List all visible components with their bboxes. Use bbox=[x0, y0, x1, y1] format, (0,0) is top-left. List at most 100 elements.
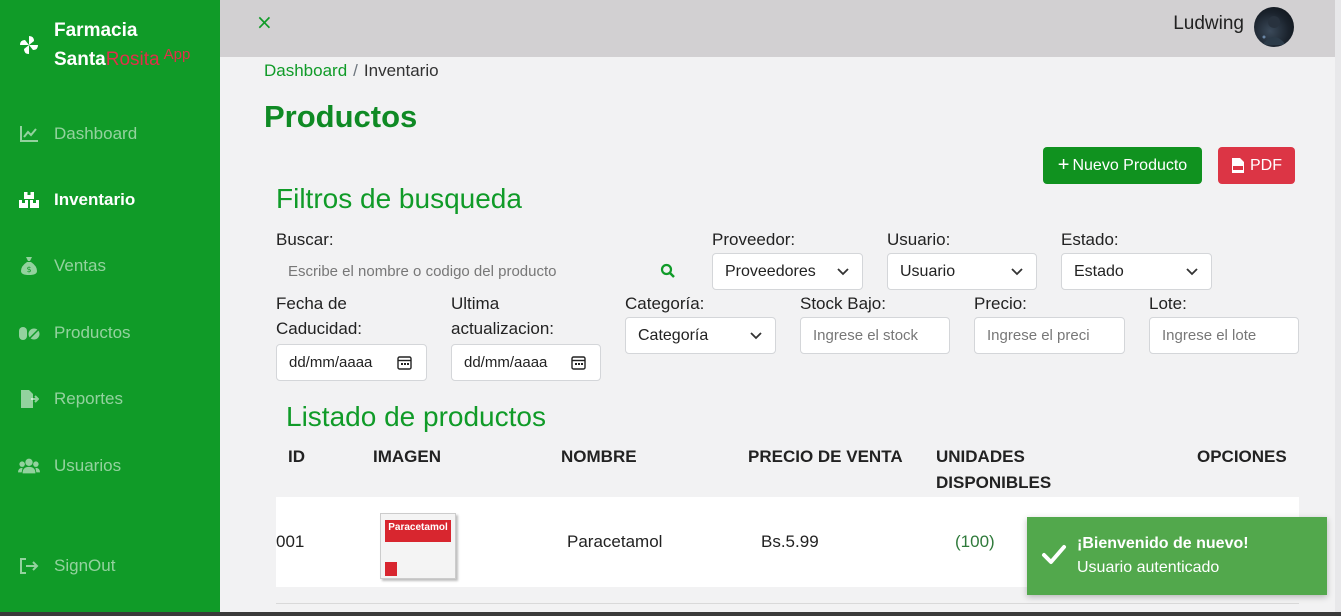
user-select[interactable]: Usuario bbox=[887, 253, 1037, 290]
search-icon[interactable] bbox=[660, 263, 676, 283]
product-image-label: Paracetamol bbox=[388, 522, 448, 533]
sidebar-item-reportes[interactable]: Reportes bbox=[18, 389, 123, 409]
price-placeholder: Ingrese el preci bbox=[987, 327, 1090, 344]
provider-label: Proveedor: bbox=[712, 230, 796, 249]
price-input[interactable]: Ingrese el preci bbox=[974, 317, 1125, 354]
breadcrumb-dashboard-link[interactable]: Dashboard bbox=[264, 61, 347, 80]
search-label: Buscar: bbox=[276, 230, 334, 249]
toast-message: Usuario autenticado bbox=[1077, 559, 1220, 576]
file-export-icon bbox=[18, 389, 40, 409]
new-product-label: Nuevo Producto bbox=[1072, 156, 1188, 174]
filters-title: Filtros de busqueda bbox=[276, 183, 522, 214]
updated-label-line1: Ultima bbox=[451, 294, 500, 313]
search-input[interactable]: Escribe el nombre o codigo del producto bbox=[276, 253, 676, 290]
row-price: Bs.5.99 bbox=[761, 532, 819, 551]
page-title: Productos bbox=[264, 99, 418, 134]
breadcrumb-current: Inventario bbox=[363, 61, 439, 80]
category-label: Categoría: bbox=[625, 294, 705, 313]
brand-name: Farmacia SantaRosita App bbox=[54, 16, 190, 75]
expiry-label-line1: Fecha de bbox=[276, 294, 347, 313]
updated-date-input[interactable]: dd/mm/aaaa bbox=[451, 344, 601, 381]
user-value: Usuario bbox=[900, 262, 956, 280]
header-id: ID bbox=[288, 447, 305, 466]
sidebar-item-dashboard[interactable]: Dashboard bbox=[18, 124, 137, 144]
calendar-icon[interactable] bbox=[571, 355, 586, 374]
sidebar-item-productos[interactable]: Productos bbox=[18, 323, 131, 343]
sidebar-item-label: Dashboard bbox=[54, 124, 138, 143]
header-name: NOMBRE bbox=[561, 447, 637, 466]
sidebar-item-ventas[interactable]: $ Ventas bbox=[18, 256, 106, 276]
list-title: Listado de productos bbox=[286, 401, 546, 432]
stock-placeholder: Ingrese el stock bbox=[813, 327, 919, 344]
chevron-down-icon bbox=[836, 264, 850, 283]
state-select[interactable]: Estado bbox=[1061, 253, 1212, 290]
check-icon bbox=[1041, 543, 1067, 569]
pdf-file-icon bbox=[1231, 157, 1245, 174]
chevron-down-icon bbox=[1185, 264, 1199, 283]
sign-out-icon bbox=[18, 556, 40, 576]
updated-label: Ultima actualizacion: bbox=[451, 291, 554, 341]
category-select[interactable]: Categoría bbox=[625, 317, 776, 354]
calendar-icon[interactable] bbox=[397, 355, 412, 374]
sidebar-item-label: SignOut bbox=[54, 556, 116, 575]
boxes-icon bbox=[18, 190, 40, 210]
provider-value: Proveedores bbox=[725, 262, 816, 280]
updated-label-line2: actualizacion: bbox=[451, 319, 555, 338]
lot-placeholder: Ingrese el lote bbox=[1162, 327, 1257, 344]
toast-notification[interactable]: ¡Bienvenido de nuevo! Usuario autenticad… bbox=[1027, 517, 1327, 595]
header-units-line2: DISPONIBLES bbox=[936, 473, 1052, 492]
scrollbar[interactable] bbox=[1335, 0, 1341, 616]
provider-select[interactable]: Proveedores bbox=[712, 253, 863, 290]
bottom-border bbox=[0, 612, 1341, 616]
new-product-button[interactable]: + Nuevo Producto bbox=[1043, 147, 1202, 184]
pinwheel-logo-icon bbox=[18, 34, 40, 56]
sidebar-item-label: Productos bbox=[54, 323, 131, 342]
close-sidebar-icon[interactable]: × bbox=[256, 10, 273, 34]
category-value: Categoría bbox=[638, 326, 709, 344]
brand-line1: Farmacia bbox=[54, 20, 138, 41]
brand[interactable]: Farmacia SantaRosita App bbox=[18, 16, 190, 75]
stock-label: Stock Bajo: bbox=[800, 294, 886, 313]
breadcrumb-separator: / bbox=[353, 61, 358, 80]
toast-title: ¡Bienvenido de nuevo! bbox=[1077, 535, 1249, 552]
users-icon bbox=[18, 456, 40, 476]
chevron-down-icon bbox=[749, 328, 763, 347]
plus-icon: + bbox=[1057, 154, 1070, 176]
sidebar-item-label: Usuarios bbox=[54, 456, 122, 475]
state-value: Estado bbox=[1074, 262, 1124, 280]
sidebar-item-usuarios[interactable]: Usuarios bbox=[18, 456, 121, 476]
row-units: (100) bbox=[955, 532, 995, 551]
state-label: Estado: bbox=[1061, 230, 1119, 249]
header-price: PRECIO DE VENTA bbox=[748, 447, 903, 466]
svg-text:$: $ bbox=[26, 265, 31, 274]
row-name: Paracetamol bbox=[567, 532, 663, 551]
expiry-label: Fecha de Caducidad: bbox=[276, 291, 362, 341]
expiry-date-value: dd/mm/aaaa bbox=[289, 354, 373, 371]
stock-input[interactable]: Ingrese el stock bbox=[800, 317, 950, 354]
lot-label: Lote: bbox=[1149, 294, 1187, 313]
user-name[interactable]: Ludwing bbox=[1173, 13, 1244, 35]
breadcrumb: Dashboard / Inventario bbox=[264, 61, 439, 81]
brand-rosita: Rosita bbox=[105, 49, 160, 70]
updated-date-value: dd/mm/aaaa bbox=[464, 354, 548, 371]
pdf-button[interactable]: PDF bbox=[1218, 147, 1295, 184]
chevron-down-icon bbox=[1010, 264, 1024, 283]
sidebar: Farmacia SantaRosita App Dashboard Invent… bbox=[0, 0, 220, 616]
expiry-date-input[interactable]: dd/mm/aaaa bbox=[276, 344, 427, 381]
sidebar-item-label: Inventario bbox=[54, 190, 136, 209]
product-image-box-stripe bbox=[385, 562, 397, 576]
money-bag-icon: $ bbox=[18, 256, 40, 276]
line-chart-icon bbox=[18, 124, 40, 144]
product-image: Paracetamol bbox=[380, 513, 456, 579]
row-id: 001 bbox=[276, 532, 305, 551]
brand-santa: Santa bbox=[54, 49, 106, 70]
header-units-line1: UNIDADES bbox=[936, 447, 1025, 466]
brand-app: App bbox=[163, 46, 191, 63]
sidebar-item-label: Ventas bbox=[54, 256, 106, 275]
sidebar-item-label: Reportes bbox=[54, 389, 123, 408]
search-placeholder: Escribe el nombre o codigo del producto bbox=[288, 263, 557, 280]
sidebar-item-signout[interactable]: SignOut bbox=[18, 556, 115, 576]
avatar[interactable] bbox=[1254, 7, 1294, 47]
sidebar-item-inventario[interactable]: Inventario bbox=[18, 190, 135, 210]
lot-input[interactable]: Ingrese el lote bbox=[1149, 317, 1299, 354]
